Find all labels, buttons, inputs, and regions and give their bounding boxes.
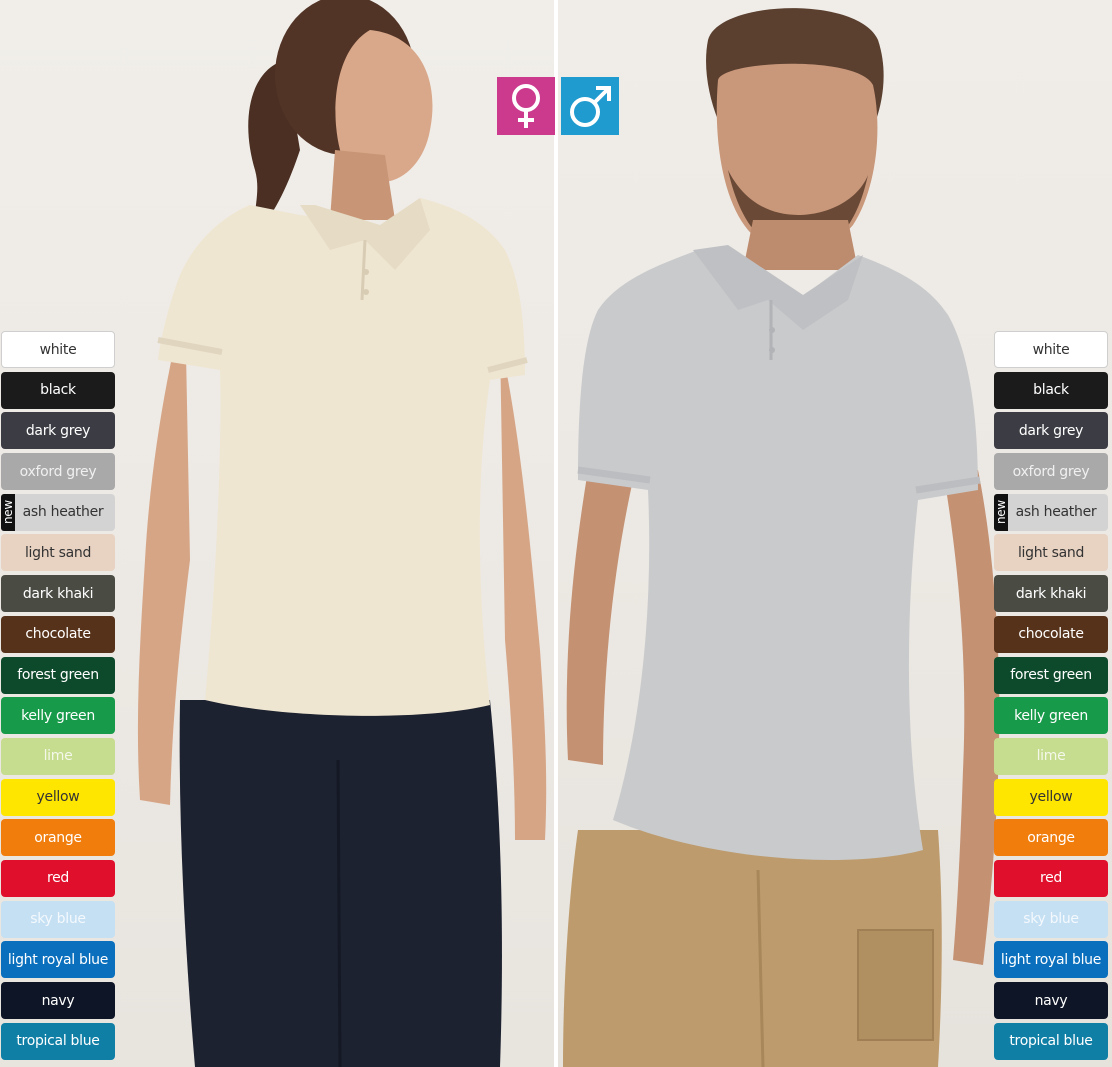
color-swatch-chocolate[interactable]: chocolate xyxy=(1,615,115,653)
color-swatch-label: red xyxy=(1039,870,1063,887)
color-swatch-label: navy xyxy=(41,992,75,1009)
color-swatch-list-men: white black dark grey oxford grey new ash hea… xyxy=(994,331,1108,1063)
color-swatch-label: lime xyxy=(43,748,73,765)
color-swatch-label: black xyxy=(40,382,76,399)
color-swatch-dark-khaki[interactable]: dark khaki xyxy=(994,575,1108,613)
color-swatch-list-women: white black dark grey oxford grey new ash hea… xyxy=(1,331,115,1063)
color-swatch-label: lime xyxy=(1036,748,1066,765)
color-swatch-label: yellow xyxy=(36,789,80,806)
color-swatch-light-royal-blue[interactable]: light royal blue xyxy=(994,941,1108,979)
color-swatch-label: white xyxy=(39,341,77,358)
color-swatch-label: dark grey xyxy=(25,422,91,439)
color-swatch-white[interactable]: white xyxy=(994,331,1108,368)
color-swatch-label: dark khaki xyxy=(1015,585,1087,602)
color-swatch-label: chocolate xyxy=(1018,626,1084,643)
color-swatch-label: orange xyxy=(1027,829,1075,846)
color-swatch-label: light royal blue xyxy=(7,951,109,968)
color-swatch-label: light sand xyxy=(1017,544,1085,561)
color-swatch-label: forest green xyxy=(1010,667,1092,683)
color-swatch-forest-green[interactable]: forest green xyxy=(1,656,115,694)
color-swatch-sky-blue[interactable]: sky blue xyxy=(1,900,115,938)
color-swatch-label: sky blue xyxy=(30,911,86,928)
color-swatch-black[interactable]: black xyxy=(1,371,115,409)
color-swatch-orange[interactable]: orange xyxy=(1,819,115,857)
color-swatch-tropical-blue[interactable]: tropical blue xyxy=(994,1022,1108,1060)
color-swatch-label: kelly green xyxy=(21,707,95,724)
color-swatch-label: white xyxy=(1032,341,1070,358)
color-swatch-light-royal-blue[interactable]: light royal blue xyxy=(1,941,115,979)
color-swatch-label: dark khaki xyxy=(22,585,94,602)
color-swatch-label: tropical blue xyxy=(1009,1033,1093,1050)
color-swatch-navy[interactable]: navy xyxy=(994,982,1108,1019)
color-swatch-dark-khaki[interactable]: dark khaki xyxy=(1,575,115,613)
color-swatch-label: orange xyxy=(34,829,82,846)
panel-divider xyxy=(554,0,558,1067)
color-swatch-label: black xyxy=(1033,382,1069,399)
color-swatch-orange[interactable]: orange xyxy=(994,819,1108,857)
color-swatch-ash-heather[interactable]: new ash heather xyxy=(1,493,115,531)
color-swatch-label: tropical blue xyxy=(16,1033,100,1050)
color-swatch-label: light royal blue xyxy=(1000,951,1102,968)
color-swatch-light-sand[interactable]: light sand xyxy=(1,534,115,572)
color-swatch-red[interactable]: red xyxy=(1,859,115,897)
color-swatch-dark-grey[interactable]: dark grey xyxy=(994,412,1108,450)
color-swatch-label: ash heather xyxy=(1015,504,1097,521)
color-swatch-yellow[interactable]: yellow xyxy=(994,778,1108,816)
female-symbol-icon xyxy=(497,77,555,135)
male-symbol-icon xyxy=(561,77,619,135)
color-swatch-oxford-grey[interactable]: oxford grey xyxy=(994,453,1108,491)
color-swatch-black[interactable]: black xyxy=(994,371,1108,409)
color-swatch-label: oxford grey xyxy=(1012,463,1090,480)
color-swatch-label: light sand xyxy=(24,544,92,561)
color-swatch-label: sky blue xyxy=(1023,911,1079,928)
color-swatch-kelly-green[interactable]: kelly green xyxy=(994,697,1108,735)
color-swatch-label: navy xyxy=(1034,992,1068,1009)
color-swatch-light-sand[interactable]: light sand xyxy=(994,534,1108,572)
color-swatch-yellow[interactable]: yellow xyxy=(1,778,115,816)
color-swatch-ash-heather[interactable]: new ash heather xyxy=(994,493,1108,531)
color-swatch-label: red xyxy=(46,870,70,887)
color-swatch-navy[interactable]: navy xyxy=(1,982,115,1019)
new-badge: new xyxy=(1,493,15,531)
color-swatch-forest-green[interactable]: forest green xyxy=(994,656,1108,694)
color-swatch-dark-grey[interactable]: dark grey xyxy=(1,412,115,450)
color-swatch-label: forest green xyxy=(17,667,99,683)
color-swatch-lime[interactable]: lime xyxy=(1,737,115,775)
color-swatch-lime[interactable]: lime xyxy=(994,737,1108,775)
color-swatch-sky-blue[interactable]: sky blue xyxy=(994,900,1108,938)
color-swatch-red[interactable]: red xyxy=(994,859,1108,897)
color-swatch-label: dark grey xyxy=(1018,422,1084,439)
color-swatch-label: ash heather xyxy=(22,504,104,521)
color-swatch-label: kelly green xyxy=(1014,707,1088,724)
color-swatch-label: oxford grey xyxy=(19,463,97,480)
new-badge: new xyxy=(994,493,1008,531)
color-swatch-kelly-green[interactable]: kelly green xyxy=(1,697,115,735)
color-swatch-white[interactable]: white xyxy=(1,331,115,368)
color-swatch-oxford-grey[interactable]: oxford grey xyxy=(1,453,115,491)
color-swatch-label: yellow xyxy=(1029,789,1073,806)
color-swatch-chocolate[interactable]: chocolate xyxy=(994,615,1108,653)
color-swatch-label: chocolate xyxy=(25,626,91,643)
color-swatch-tropical-blue[interactable]: tropical blue xyxy=(1,1022,115,1060)
